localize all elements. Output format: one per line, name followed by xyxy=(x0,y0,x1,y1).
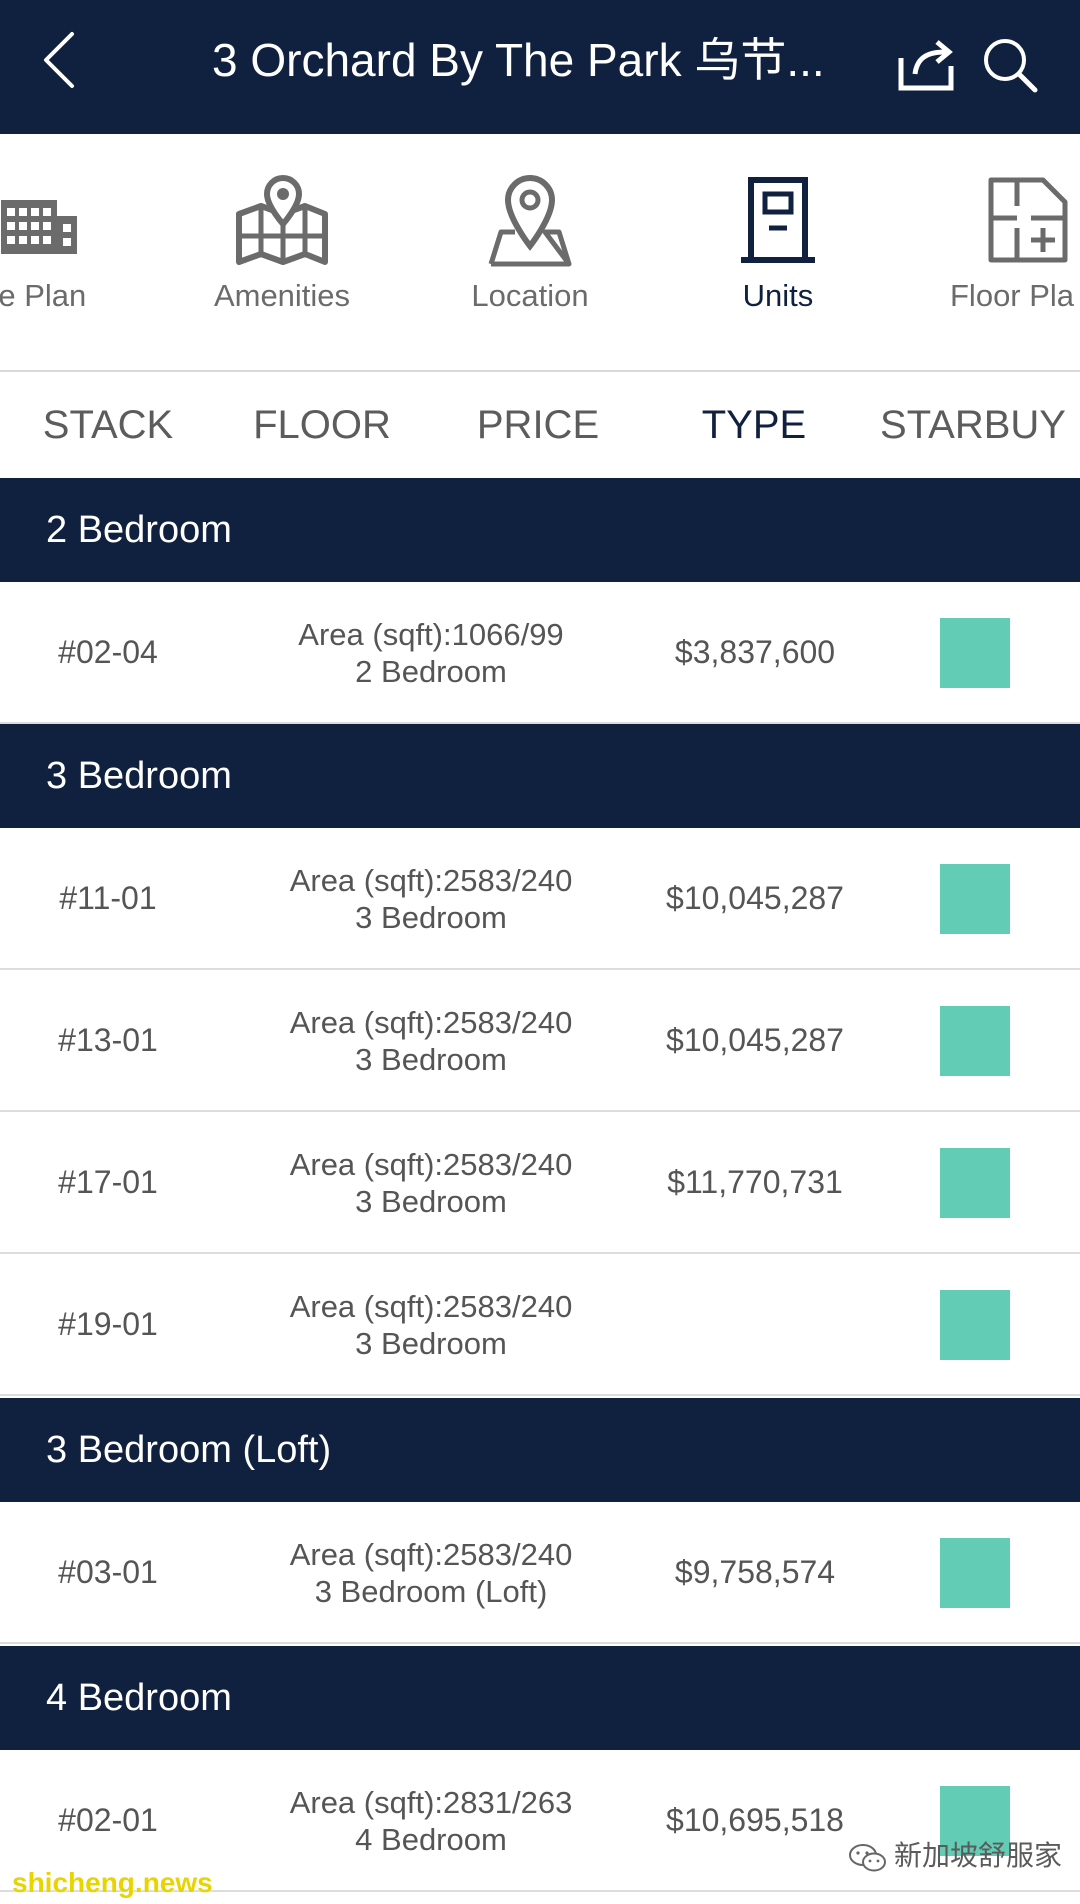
unit-area-text: Area (sqft):2583/240 xyxy=(289,1537,573,1572)
unit-stack: #03-01 xyxy=(58,1554,158,1590)
starbuy-indicator[interactable] xyxy=(940,1006,1010,1076)
unit-area: Area (sqft):2583/240 3 Bedroom xyxy=(231,1004,631,1078)
starbuy-indicator[interactable] xyxy=(940,1290,1010,1360)
sort-price[interactable]: PRICE xyxy=(448,372,628,478)
unit-price: $3,837,600 xyxy=(674,634,836,670)
building-icon xyxy=(1,200,77,254)
sort-floor[interactable]: FLOOR xyxy=(232,372,412,478)
unit-type-text: 2 Bedroom xyxy=(355,654,507,689)
wechat-watermark-text: 新加坡舒服家 xyxy=(894,1840,1063,1871)
starbuy-indicator[interactable] xyxy=(940,618,1010,688)
unit-row[interactable]: #02-04 Area (sqft):1066/99 2 Bedroom $3,… xyxy=(0,582,1080,724)
back-button[interactable] xyxy=(30,20,110,100)
unit-price: $11,770,731 xyxy=(667,1164,843,1200)
unit-area-text: Area (sqft):1066/99 xyxy=(298,617,564,652)
group-header: 2 Bedroom xyxy=(0,478,1080,582)
top-bar: 3 Orchard By The Park 乌节... xyxy=(0,0,1080,134)
sort-type[interactable]: TYPE xyxy=(664,372,844,478)
unit-area: Area (sqft):2583/240 3 Bedroom (Loft) xyxy=(231,1536,631,1610)
nav-item-site-plan[interactable]: te Plan xyxy=(0,134,138,370)
site-watermark: shicheng.news xyxy=(12,1867,213,1898)
starbuy-indicator[interactable] xyxy=(940,1538,1010,1608)
group-header: 4 Bedroom xyxy=(0,1646,1080,1750)
door-icon xyxy=(741,177,815,263)
nav-item-location[interactable]: Location xyxy=(430,134,630,370)
unit-type-text: 4 Bedroom xyxy=(355,1822,507,1857)
unit-area-text: Area (sqft):2583/240 xyxy=(289,863,573,898)
unit-area-text: Area (sqft):2583/240 xyxy=(289,1289,573,1324)
unit-type-text: 3 Bedroom xyxy=(355,1326,507,1361)
search-button[interactable] xyxy=(975,28,1045,98)
starbuy-indicator[interactable] xyxy=(940,864,1010,934)
nav-item-floor-plan[interactable]: Floor Pla xyxy=(928,134,1080,370)
unit-row[interactable]: #03-01 Area (sqft):2583/240 3 Bedroom (L… xyxy=(0,1502,1080,1644)
sort-starbuy[interactable]: STARBUY xyxy=(868,372,1078,478)
unit-price: $10,695,518 xyxy=(666,1802,844,1838)
group-header: 3 Bedroom (Loft) xyxy=(0,1398,1080,1502)
page-title: 3 Orchard By The Park 乌节... xyxy=(212,34,825,86)
wechat-icon xyxy=(849,1843,886,1872)
nav-item-units[interactable]: Units xyxy=(678,134,878,370)
unit-stack: #19-01 xyxy=(58,1306,158,1342)
unit-stack: #02-04 xyxy=(58,634,158,670)
nav-label-floor-plan: Floor Pla xyxy=(950,278,1075,313)
location-pin-icon xyxy=(488,175,572,267)
unit-area: Area (sqft):1066/99 2 Bedroom xyxy=(231,616,631,690)
unit-row[interactable]: #17-01 Area (sqft):2583/240 3 Bedroom $1… xyxy=(0,1112,1080,1254)
unit-type-text: 3 Bedroom xyxy=(355,1042,507,1077)
unit-area: Area (sqft):2583/240 3 Bedroom xyxy=(231,862,631,936)
unit-price xyxy=(635,1254,875,1394)
unit-price: $9,758,574 xyxy=(674,1554,836,1590)
floor-plan-icon xyxy=(988,177,1068,263)
sort-stack[interactable]: STACK xyxy=(18,372,198,478)
unit-area: Area (sqft):2583/240 3 Bedroom xyxy=(231,1146,631,1220)
section-nav: te Plan Amenities Location U xyxy=(0,134,1080,372)
nav-item-amenities[interactable]: Amenities xyxy=(182,134,382,370)
unit-type-text: 3 Bedroom (Loft) xyxy=(314,1574,548,1609)
sort-bar: STACK FLOOR PRICE TYPE STARBUY xyxy=(0,372,1080,478)
unit-stack: #13-01 xyxy=(58,1022,158,1058)
unit-area-text: Area (sqft):2831/263 xyxy=(289,1785,573,1820)
map-pin-icon xyxy=(236,175,328,265)
share-icon xyxy=(898,40,954,91)
search-icon xyxy=(984,39,1038,93)
unit-row[interactable]: #11-01 Area (sqft):2583/240 3 Bedroom $1… xyxy=(0,828,1080,970)
nav-label-location: Location xyxy=(471,278,589,313)
chevron-left-icon xyxy=(44,32,74,88)
unit-row[interactable]: #13-01 Area (sqft):2583/240 3 Bedroom $1… xyxy=(0,970,1080,1112)
unit-area-text: Area (sqft):2583/240 xyxy=(289,1005,573,1040)
unit-area: Area (sqft):2583/240 3 Bedroom xyxy=(231,1288,631,1362)
share-button[interactable] xyxy=(893,28,963,98)
group-header: 3 Bedroom xyxy=(0,724,1080,828)
unit-price: $10,045,287 xyxy=(666,880,844,916)
unit-type-text: 3 Bedroom xyxy=(355,900,507,935)
unit-price: $10,045,287 xyxy=(666,1022,844,1058)
unit-type-text: 3 Bedroom xyxy=(355,1184,507,1219)
nav-label-site-plan: te Plan xyxy=(0,278,87,313)
unit-row[interactable]: #19-01 Area (sqft):2583/240 3 Bedroom xyxy=(0,1254,1080,1396)
starbuy-indicator[interactable] xyxy=(940,1148,1010,1218)
nav-label-units: Units xyxy=(742,278,814,313)
unit-area: Area (sqft):2831/263 4 Bedroom xyxy=(231,1784,631,1858)
unit-stack: #11-01 xyxy=(59,880,157,916)
unit-area-text: Area (sqft):2583/240 xyxy=(289,1147,573,1182)
nav-label-amenities: Amenities xyxy=(213,278,351,313)
wechat-watermark: 新加坡舒服家 xyxy=(848,1836,1062,1876)
unit-stack: #17-01 xyxy=(58,1164,158,1200)
